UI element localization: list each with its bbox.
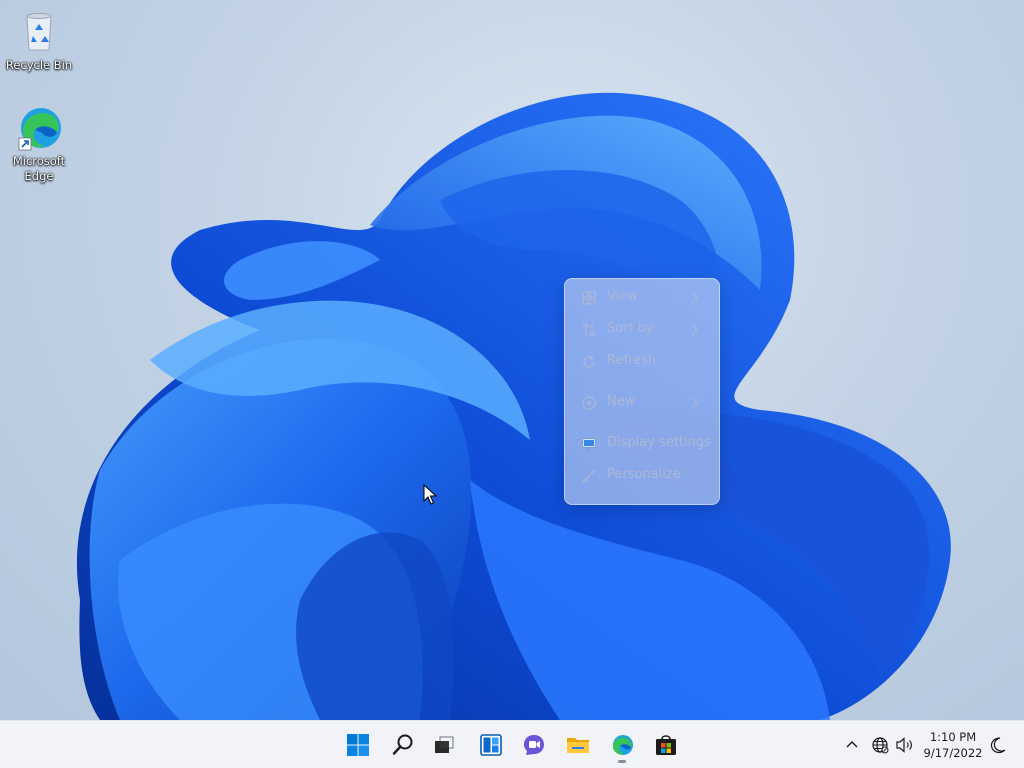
refresh-icon [583,355,595,368]
tray-network-button[interactable] [868,733,892,757]
desktop-icon-label: Microsoft Edge [12,154,66,183]
taskbar: 1:10 PM 9/17/2022 [0,720,1024,768]
display-icon [582,438,596,451]
sort-icon [582,323,596,337]
tray-focus-assist-button[interactable] [986,733,1010,757]
moon-icon [990,737,1006,754]
taskbar-file-explorer-button[interactable] [560,727,596,763]
menu-item-label: View [607,289,638,304]
chat-icon [524,735,544,755]
menu-item-view[interactable]: View [571,283,713,313]
menu-item-new[interactable]: New [571,388,713,418]
taskbar-edge-button[interactable] [604,727,640,763]
menu-item-display-settings[interactable]: Display settings [571,429,713,459]
chevron-right-icon [691,324,698,336]
taskbar-task-view-button[interactable] [426,727,462,763]
brush-icon [582,470,595,483]
plus-circle-icon [582,396,596,410]
search-icon [392,734,413,755]
taskbar-search-button[interactable] [385,727,421,763]
desktop-icon-recycle-bin[interactable]: Recycle Bin [3,8,75,73]
desktop-context-menu: View Sort by Refresh New Display setting… [564,278,720,505]
running-indicator [618,760,626,763]
task-view-icon [435,736,454,753]
taskbar-store-button[interactable] [648,727,684,763]
menu-item-sort-by[interactable]: Sort by [571,315,713,345]
store-icon [656,735,676,755]
mouse-cursor-icon [423,484,437,505]
folder-icon [567,738,589,753]
taskbar-widgets-button[interactable] [473,727,509,763]
edge-icon [613,735,633,755]
tray-volume-button[interactable] [893,733,917,757]
speaker-icon [896,737,912,753]
chevron-right-icon [691,397,698,409]
chevron-right-icon [691,292,698,304]
clock-time: 1:10 PM [929,730,977,744]
desktop[interactable]: Recycle Bin Microsoft Edge View Sort by … [0,0,1024,720]
menu-item-label: Refresh [607,353,657,368]
globe-icon [872,737,889,754]
menu-item-label: Sort by [607,321,654,336]
widgets-icon [480,734,502,756]
menu-item-refresh[interactable]: Refresh [571,347,713,377]
menu-item-personalize[interactable]: Personalize [571,461,713,491]
recycle-bin-icon [26,13,52,51]
grid-icon [582,291,596,305]
windows-logo-icon [347,734,369,756]
tray-clock[interactable]: 1:10 PM 9/17/2022 [920,727,986,763]
desktop-icon-label: Recycle Bin [5,58,73,72]
taskbar-start-button[interactable] [340,727,376,763]
menu-item-label: New [607,394,636,409]
menu-item-label: Display settings [607,435,711,450]
wallpaper-bloom [76,92,951,720]
chevron-up-icon [846,741,858,748]
edge-icon [18,108,61,151]
menu-item-label: Personalize [607,467,681,482]
clock-date: 9/17/2022 [923,746,983,760]
taskbar-chat-button[interactable] [516,727,552,763]
desktop-icon-microsoft-edge[interactable]: Microsoft Edge [3,104,75,184]
tray-show-hidden-icons-button[interactable] [840,733,864,757]
